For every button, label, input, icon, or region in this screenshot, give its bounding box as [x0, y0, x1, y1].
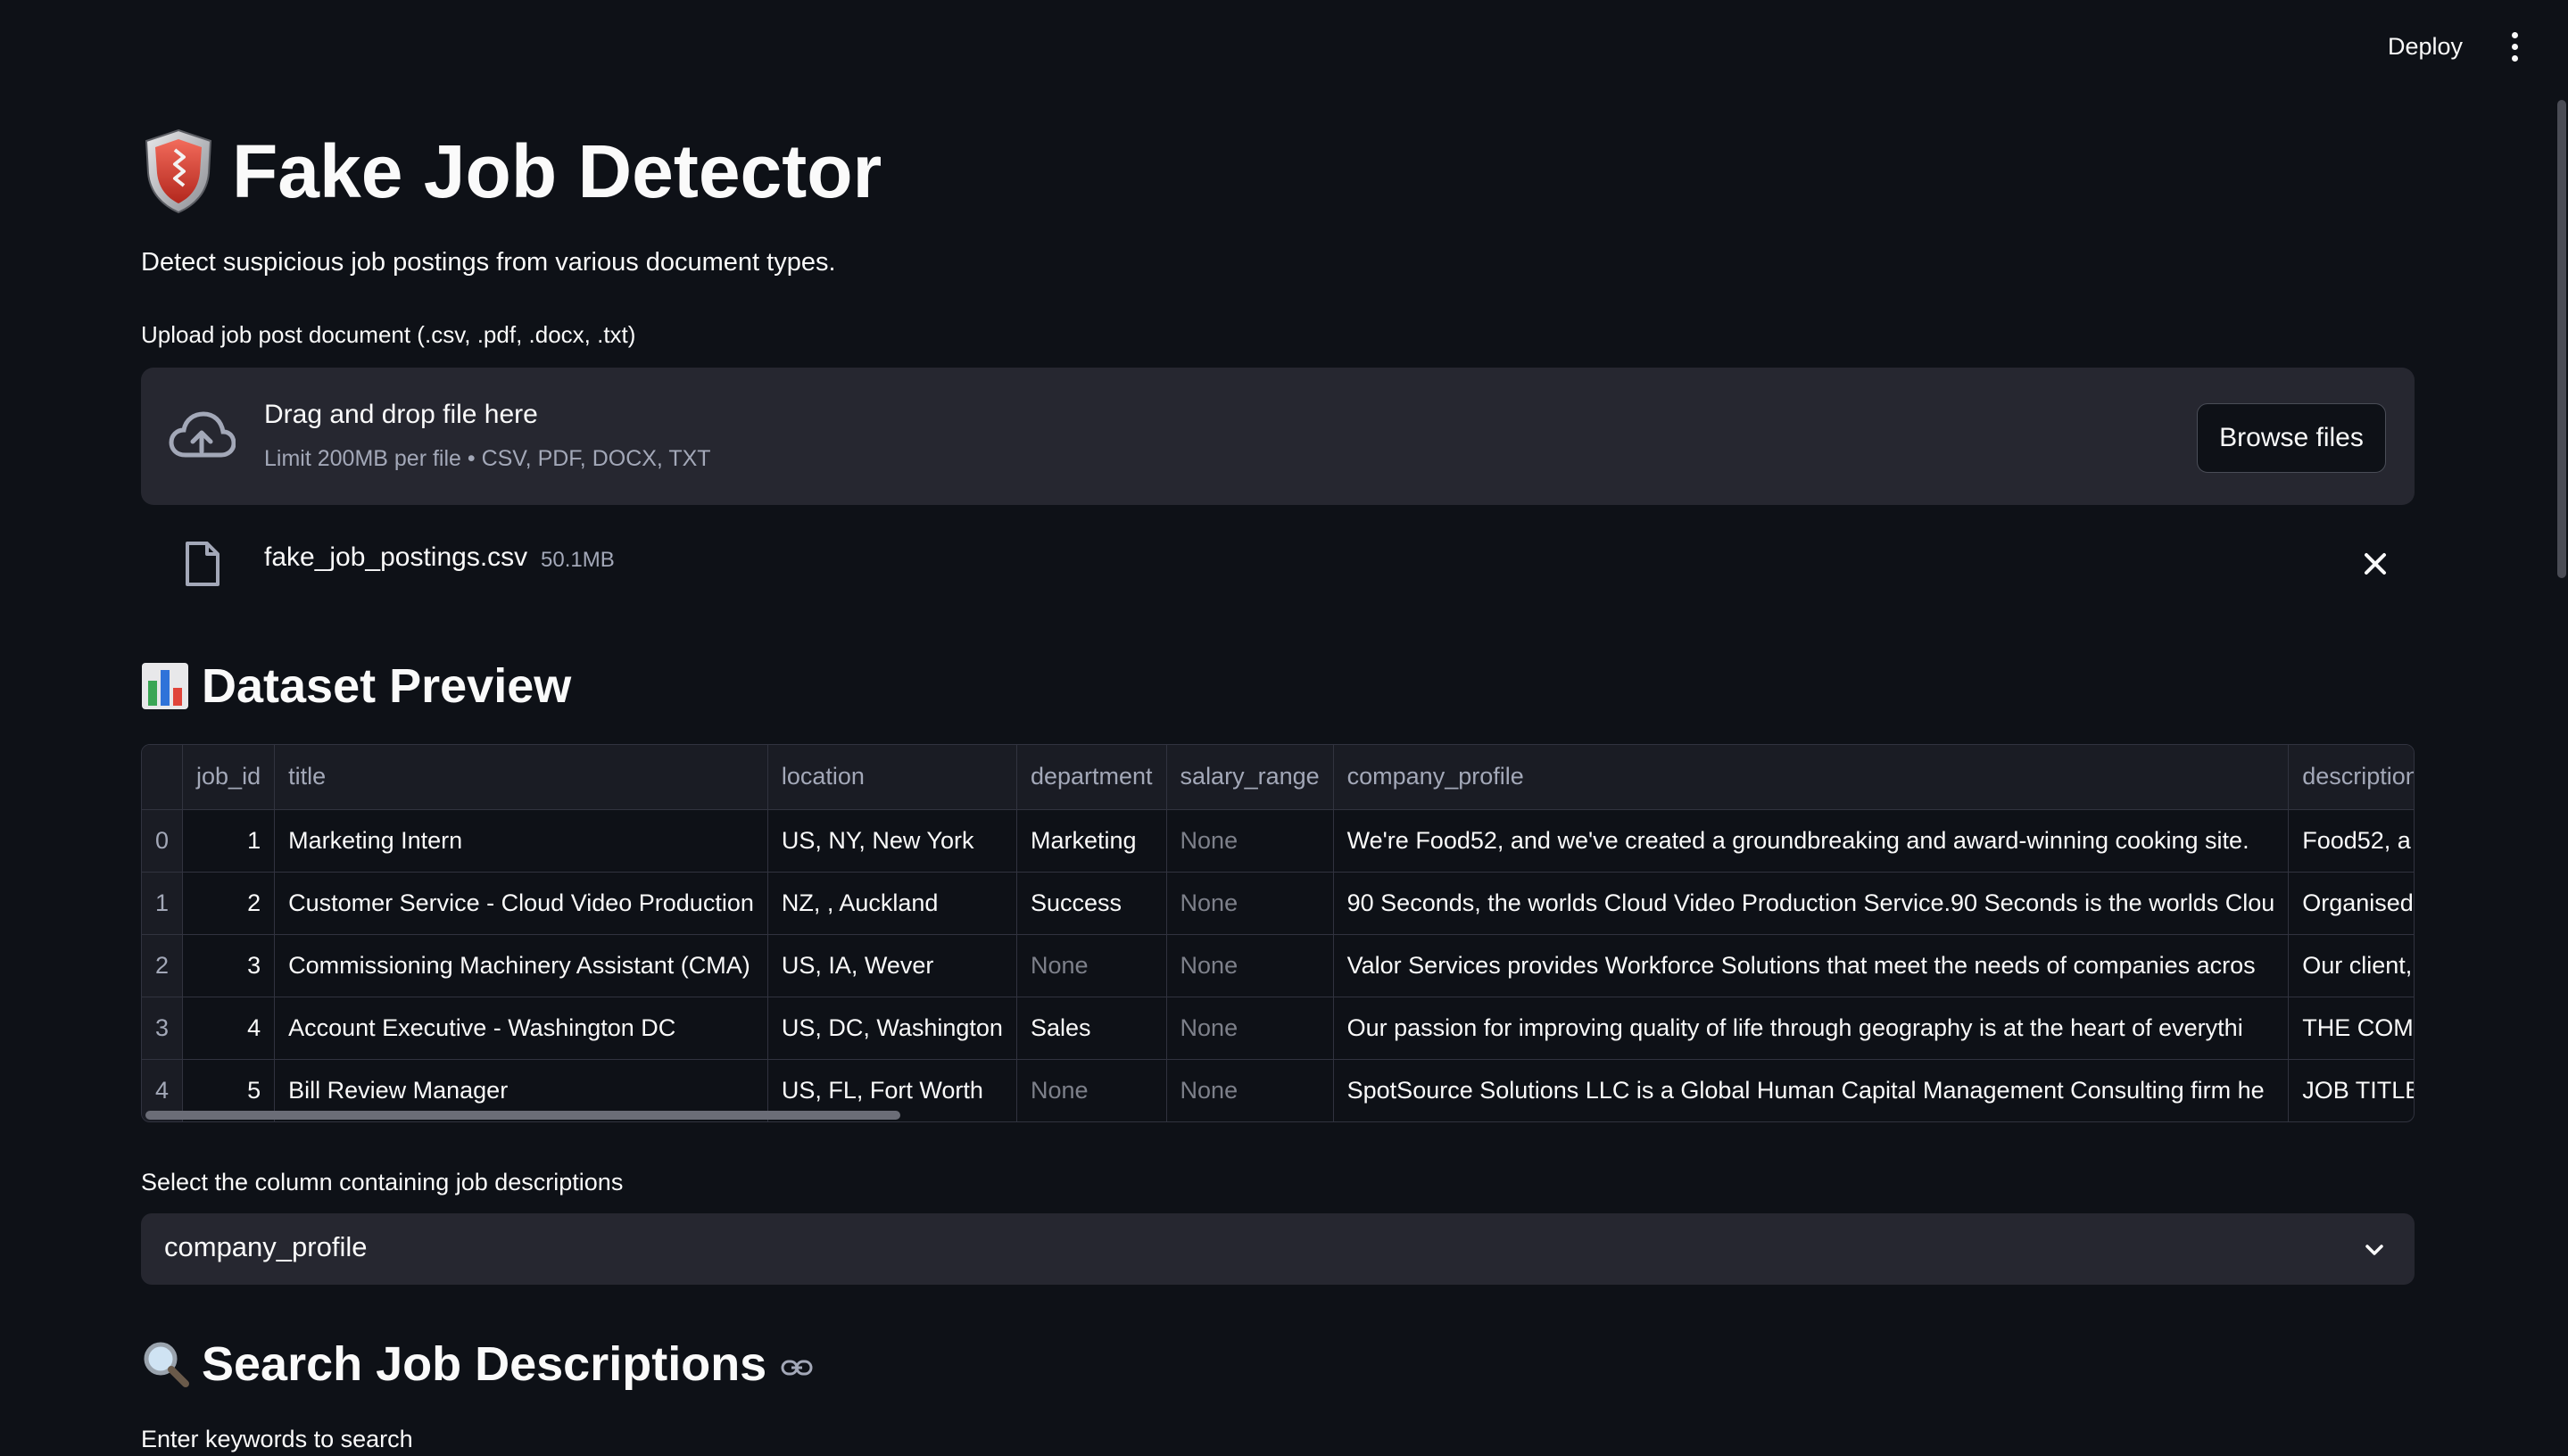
column-header[interactable]: description: [2288, 745, 2414, 810]
table-cell[interactable]: Valor Services provides Workforce Soluti…: [1333, 934, 2290, 997]
browse-files-button[interactable]: Browse files: [2197, 403, 2386, 473]
table-cell[interactable]: 90 Seconds, the worlds Cloud Video Produ…: [1333, 872, 2290, 935]
search-title: Search Job Descriptions: [202, 1337, 767, 1391]
table-cell[interactable]: None: [1166, 872, 1334, 935]
file-icon: [186, 542, 220, 586]
table-cell[interactable]: 4: [182, 997, 276, 1060]
column-header[interactable]: location: [767, 745, 1017, 810]
dropzone-instructions: Drag and drop file here: [264, 400, 538, 429]
table-cell[interactable]: Sales: [1016, 997, 1167, 1060]
dataset-preview-title: Dataset Preview: [202, 659, 572, 713]
column-header[interactable]: [142, 745, 184, 810]
table-cell[interactable]: 1: [182, 809, 276, 873]
table-cell[interactable]: Marketing: [1016, 809, 1167, 873]
table-cell[interactable]: Commissioning Machinery Assistant (CMA): [274, 934, 768, 997]
table-cell[interactable]: Organised - Fo: [2288, 872, 2414, 935]
column-header[interactable]: title: [274, 745, 768, 810]
row-index-cell[interactable]: 0: [142, 809, 184, 873]
row-index-cell[interactable]: 1: [142, 872, 184, 935]
table-row: 1 2 Customer Service - Cloud Video Produ…: [142, 872, 2414, 935]
table-header-row: job_id title location department salary_…: [142, 745, 2414, 810]
column-header[interactable]: department: [1016, 745, 1167, 810]
dataset-preview-heading: Dataset Preview: [141, 651, 571, 721]
uploaded-file-item: fake_job_postings.csv 50.1MB: [141, 530, 2415, 598]
table-cell[interactable]: None: [1166, 934, 1334, 997]
cloud-upload-icon: [169, 411, 236, 458]
magnifier-icon: [144, 1342, 189, 1387]
more-vertical-icon[interactable]: [2493, 23, 2536, 70]
table-cell[interactable]: Food52, a fast-: [2288, 809, 2414, 873]
column-header[interactable]: company_profile: [1333, 745, 2290, 810]
uploaded-file-name: fake_job_postings.csv: [264, 542, 528, 572]
uploaded-file-size: 50.1MB: [541, 548, 615, 572]
search-input-label: Enter keywords to search: [141, 1426, 413, 1452]
table-cell[interactable]: THE COMPANY: [2288, 997, 2414, 1060]
page-scrollbar[interactable]: [2557, 100, 2566, 578]
table-cell[interactable]: SpotSource Solutions LLC is a Global Hum…: [1333, 1059, 2290, 1121]
search-heading: Search Job Descriptions: [141, 1329, 813, 1399]
chevron-down-icon: [2365, 1245, 2383, 1255]
table-row: 2 3 Commissioning Machinery Assistant (C…: [142, 934, 2414, 997]
row-index-cell[interactable]: 2: [142, 934, 184, 997]
table-cell[interactable]: 3: [182, 934, 276, 997]
table-cell[interactable]: Account Executive - Washington DC: [274, 997, 768, 1060]
close-icon[interactable]: [2354, 542, 2397, 585]
table-cell[interactable]: Success: [1016, 872, 1167, 935]
table-cell[interactable]: Our passion for improving quality of lif…: [1333, 997, 2290, 1060]
shield-icon: [145, 128, 212, 214]
table-cell[interactable]: NZ, , Auckland: [767, 872, 1017, 935]
table-cell[interactable]: US, IA, Wever: [767, 934, 1017, 997]
column-select-value: company_profile: [164, 1231, 368, 1262]
column-select[interactable]: company_profile: [141, 1213, 2415, 1285]
page-title-row: Fake Job Detector: [141, 118, 882, 225]
deploy-button[interactable]: Deploy: [2373, 23, 2477, 70]
table-horizontal-scrollbar[interactable]: [145, 1111, 900, 1120]
table-cell[interactable]: 2: [182, 872, 276, 935]
file-dropzone[interactable]: Drag and drop file here Limit 200MB per …: [141, 368, 2415, 505]
table-cell[interactable]: None: [1016, 1059, 1167, 1121]
column-header[interactable]: salary_range: [1166, 745, 1334, 810]
column-select-label: Select the column containing job descrip…: [141, 1169, 624, 1195]
link-icon[interactable]: [781, 1357, 813, 1378]
table-cell[interactable]: Our client, loca: [2288, 934, 2414, 997]
table-row: 3 4 Account Executive - Washington DC US…: [142, 997, 2414, 1060]
table-cell[interactable]: Customer Service - Cloud Video Productio…: [274, 872, 768, 935]
table-cell[interactable]: None: [1166, 1059, 1334, 1121]
table-cell[interactable]: JOB TITLE: Iter: [2288, 1059, 2414, 1121]
table-cell[interactable]: None: [1166, 809, 1334, 873]
row-index-cell[interactable]: 3: [142, 997, 184, 1060]
table-cell[interactable]: US, DC, Washington: [767, 997, 1017, 1060]
column-header[interactable]: job_id: [182, 745, 276, 810]
dropzone-limit-text: Limit 200MB per file • CSV, PDF, DOCX, T…: [264, 446, 711, 471]
table-cell[interactable]: None: [1016, 934, 1167, 997]
app-header: Deploy: [0, 0, 2568, 93]
table-cell[interactable]: We're Food52, and we've created a ground…: [1333, 809, 2290, 873]
page-subtitle: Detect suspicious job postings from vari…: [141, 248, 836, 277]
table-cell[interactable]: Marketing Intern: [274, 809, 768, 873]
dataset-preview-table[interactable]: job_id title location department salary_…: [141, 744, 2415, 1122]
table-row: 0 1 Marketing Intern US, NY, New York Ma…: [142, 809, 2414, 873]
page-title: Fake Job Detector: [232, 128, 882, 213]
table-cell[interactable]: None: [1166, 997, 1334, 1060]
uploader-label: Upload job post document (.csv, .pdf, .d…: [141, 321, 636, 348]
table-cell[interactable]: US, NY, New York: [767, 809, 1017, 873]
bar-chart-icon: [142, 663, 188, 709]
